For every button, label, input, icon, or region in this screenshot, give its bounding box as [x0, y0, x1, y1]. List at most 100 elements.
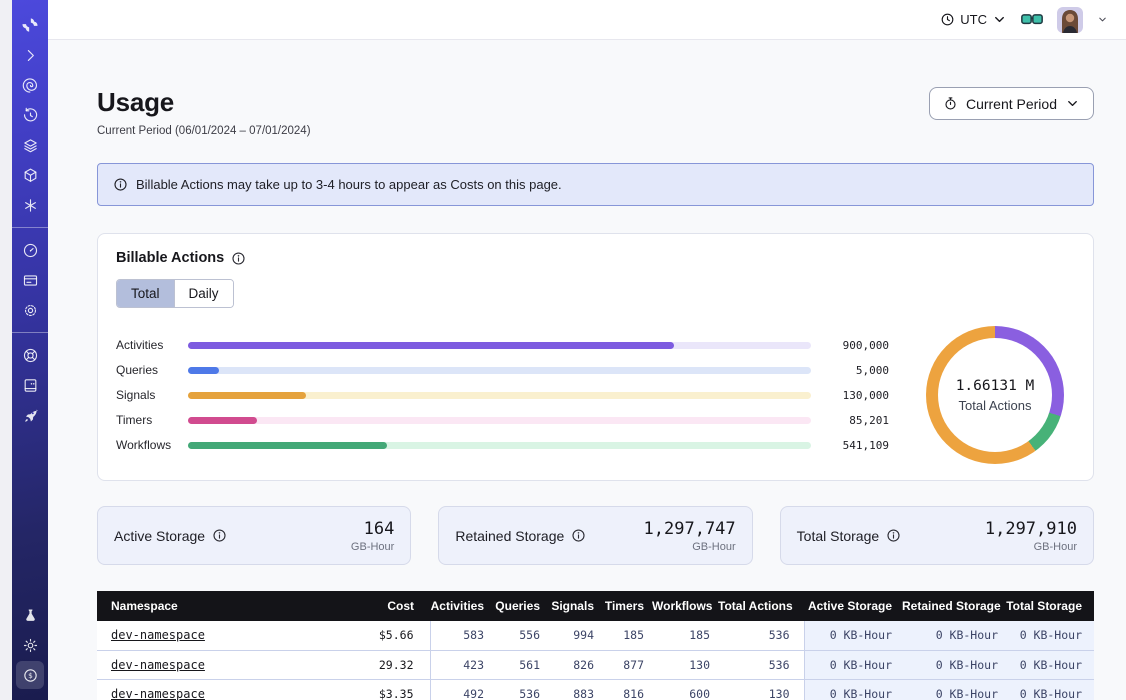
storage-summary-row: Active Storage 164 GB-Hour Retained Stor…	[97, 506, 1094, 565]
cell-workflows: 130	[652, 650, 718, 679]
current-period-label: Current Period	[966, 96, 1057, 112]
nexus-asterisk-icon[interactable]	[16, 191, 44, 219]
topbar: UTC	[48, 0, 1126, 40]
billing-card-icon[interactable]	[16, 266, 44, 294]
info-icon[interactable]	[886, 528, 901, 543]
cell-total_actions: 536	[718, 650, 804, 679]
cell-timers: 877	[602, 650, 652, 679]
info-icon[interactable]	[212, 528, 227, 543]
cell-cost: $5.66	[330, 621, 430, 650]
cell-activities: 583	[430, 621, 492, 650]
info-icon[interactable]	[571, 528, 586, 543]
column-header-queries: Queries	[492, 591, 548, 621]
active-storage-label: Active Storage	[114, 528, 205, 544]
usage-gauge-icon[interactable]	[16, 236, 44, 264]
timezone-selector[interactable]: UTC	[940, 12, 1007, 27]
cell-timers: 185	[602, 621, 652, 650]
bar-track	[188, 392, 811, 399]
namespace-usage-table: NamespaceCostActivitiesQueriesSignalsTim…	[97, 591, 1094, 700]
tab-daily[interactable]: Daily	[174, 280, 233, 307]
temporal-logo-icon[interactable]	[16, 11, 44, 39]
bar-row-queries: Queries5,000	[116, 358, 889, 383]
cell-workflows: 185	[652, 621, 718, 650]
layers-icon[interactable]	[16, 131, 44, 159]
column-header-active_storage: Active Storage	[804, 591, 902, 621]
sidebar-divider	[12, 227, 48, 228]
cell-queries: 556	[492, 621, 548, 650]
bar-label: Timers	[116, 413, 188, 427]
cell-queries: 536	[492, 679, 548, 700]
total-storage-value: 1,297,910	[985, 519, 1077, 539]
billable-actions-title: Billable Actions	[116, 250, 224, 266]
expand-chevron-icon[interactable]	[16, 41, 44, 69]
tab-total[interactable]: Total	[117, 280, 174, 307]
bar-row-timers: Timers 85,201	[116, 408, 889, 433]
schedules-icon[interactable]	[16, 101, 44, 129]
namespace-link[interactable]: dev-namespace	[111, 658, 205, 672]
bar-fill	[188, 417, 257, 424]
labs-flask-icon[interactable]	[16, 601, 44, 629]
getting-started-rocket-icon[interactable]	[16, 401, 44, 429]
cell-retained_storage: 0 KB-Hour	[902, 650, 1006, 679]
page-header: Usage Current Period (06/01/2024 – 07/01…	[97, 87, 1094, 137]
cell-queries: 561	[492, 650, 548, 679]
namespace-link[interactable]: dev-namespace	[111, 628, 205, 642]
deployments-cube-icon[interactable]	[16, 161, 44, 189]
cell-namespace: dev-namespace	[97, 679, 330, 700]
cell-active_storage: 0 KB-Hour	[804, 679, 902, 700]
column-header-timers: Timers	[602, 591, 652, 621]
svg-text:$: $	[28, 671, 33, 680]
cell-signals: 883	[548, 679, 602, 700]
cell-total_actions: 536	[718, 621, 804, 650]
retained-storage-card: Retained Storage 1,297,747 GB-Hour	[438, 506, 752, 565]
sidebar-divider	[12, 332, 48, 333]
info-icon	[113, 177, 128, 192]
bar-fill	[188, 342, 674, 349]
current-period-button[interactable]: Current Period	[929, 87, 1094, 120]
bar-value: 130,000	[811, 389, 889, 402]
bar-label: Workflows	[116, 438, 188, 452]
cell-retained_storage: 0 KB-Hour	[902, 679, 1006, 700]
bar-track	[188, 342, 811, 349]
bar-row-signals: Signals 130,000	[116, 383, 889, 408]
cell-cost: $3.35	[330, 679, 430, 700]
goggles-icon[interactable]	[1021, 12, 1043, 28]
column-header-total_actions: Total Actions	[718, 591, 804, 621]
cell-active_storage: 0 KB-Hour	[804, 621, 902, 650]
sidebar: $	[12, 0, 48, 700]
billable-tabs: TotalDaily	[116, 279, 234, 308]
column-header-total_storage: Total Storage	[1006, 591, 1094, 621]
cell-namespace: dev-namespace	[97, 650, 330, 679]
bar-label: Signals	[116, 388, 188, 402]
page-title: Usage	[97, 87, 311, 118]
active-storage-value: 164	[351, 519, 394, 539]
bar-row-workflows: Workflows541,109	[116, 433, 889, 458]
account-chevron-down-icon[interactable]	[1097, 14, 1108, 25]
column-header-cost: Cost	[330, 591, 430, 621]
theme-sun-icon[interactable]	[16, 631, 44, 659]
active-storage-card: Active Storage 164 GB-Hour	[97, 506, 411, 565]
total-actions-donut-chart: 1.66131 M Total Actions	[926, 326, 1064, 464]
bar-track	[188, 442, 811, 449]
namespace-link[interactable]: dev-namespace	[111, 687, 205, 700]
cell-cost: 29.32	[330, 650, 430, 679]
bar-fill	[188, 392, 306, 399]
bar-value: 85,201	[811, 414, 889, 427]
active-storage-unit: GB-Hour	[351, 541, 394, 553]
billable-bar-chart: Activities900,000Queries5,000Signals130,…	[116, 333, 915, 458]
cell-total_actions: 130	[718, 679, 804, 700]
avatar[interactable]	[1057, 7, 1083, 33]
info-icon[interactable]	[231, 251, 246, 266]
cell-namespace: dev-namespace	[97, 621, 330, 650]
page-subtitle: Current Period (06/01/2024 – 07/01/2024)	[97, 125, 311, 137]
usage-dollar-icon[interactable]: $	[16, 661, 44, 689]
clock-icon	[940, 12, 955, 27]
docs-icon[interactable]	[16, 371, 44, 399]
info-banner: Billable Actions may take up to 3-4 hour…	[97, 163, 1094, 206]
settings-gear-icon[interactable]	[16, 296, 44, 324]
column-header-retained_storage: Retained Storage	[902, 591, 1006, 621]
bar-fill	[188, 367, 219, 374]
retained-storage-label: Retained Storage	[455, 528, 564, 544]
namespaces-icon[interactable]	[16, 71, 44, 99]
support-lifebuoy-icon[interactable]	[16, 341, 44, 369]
